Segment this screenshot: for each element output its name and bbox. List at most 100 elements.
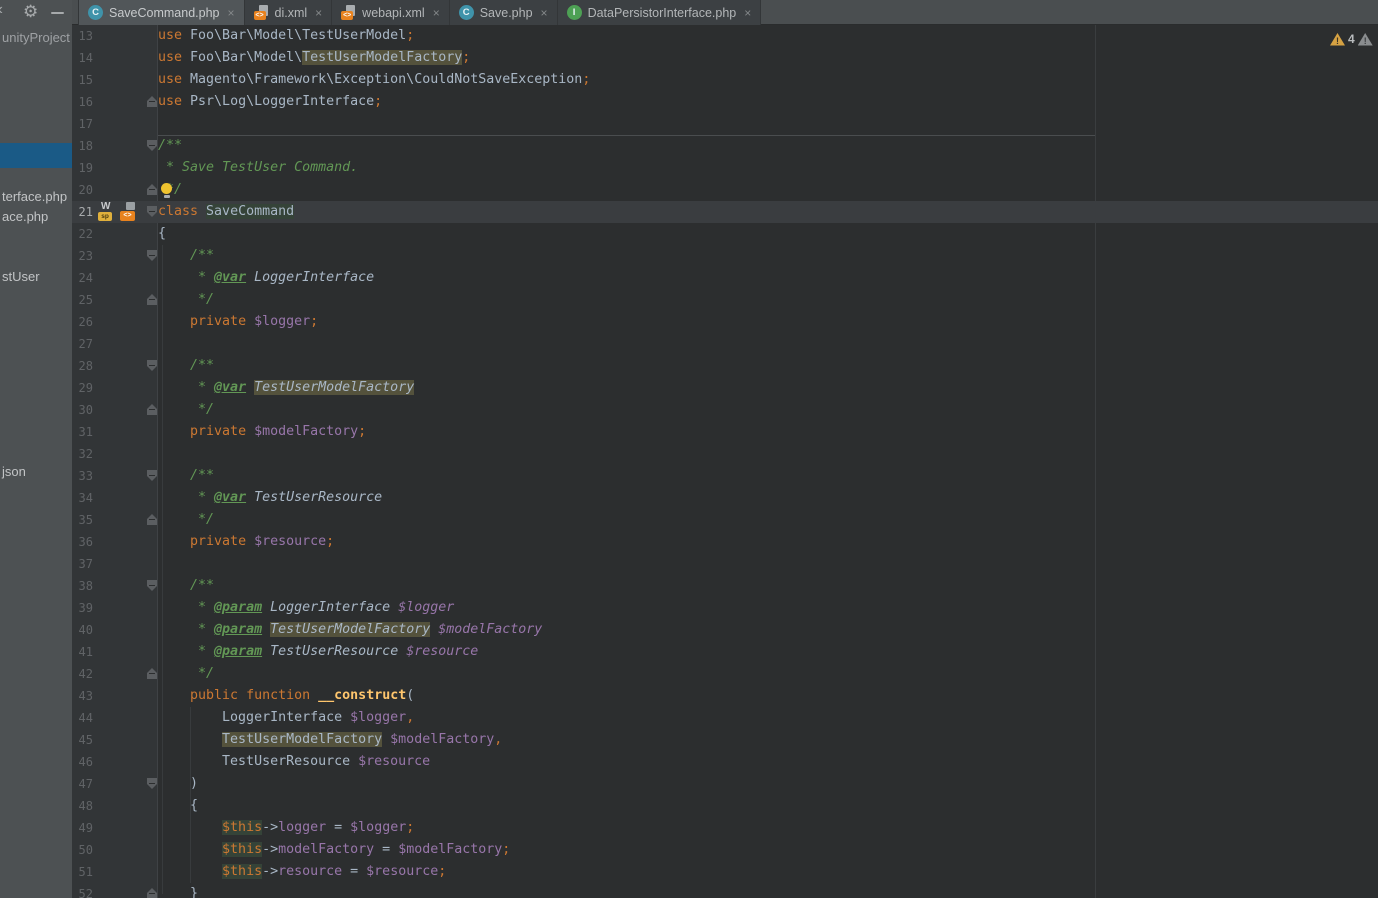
fold-marker-icon[interactable] [147,96,157,107]
code-line-18[interactable]: 18/** [72,135,1378,157]
line-number[interactable]: 44 [72,707,93,729]
line-number[interactable]: 38 [72,575,93,597]
line-number[interactable]: 29 [72,377,93,399]
code-line-25[interactable]: 25 */ [72,289,1378,311]
line-number[interactable]: 23 [72,245,93,267]
code-line-38[interactable]: 38 /** [72,575,1378,597]
tab-save-php[interactable]: CSave.php× [450,0,558,25]
line-number[interactable]: 22 [72,223,93,245]
code-line-23[interactable]: 23 /** [72,245,1378,267]
webapi-gutter-icon[interactable]: Wsp [98,203,114,221]
line-number[interactable]: 24 [72,267,93,289]
code-line-15[interactable]: 15use Magento\Framework\Exception\CouldN… [72,69,1378,91]
line-number[interactable]: 46 [72,751,93,773]
close-tab-icon[interactable]: × [227,6,234,20]
line-number[interactable]: 21 [72,201,93,223]
fold-marker-icon[interactable] [147,404,157,415]
project-tree-selected-row[interactable] [0,143,72,168]
line-number[interactable]: 17 [72,113,93,135]
code-line-52[interactable]: 52 } [72,883,1378,898]
line-number[interactable]: 16 [72,91,93,113]
code-line-44[interactable]: 44 LoggerInterface $logger, [72,707,1378,729]
code-line-33[interactable]: 33 /** [72,465,1378,487]
code-line-42[interactable]: 42 */ [72,663,1378,685]
line-number[interactable]: 30 [72,399,93,421]
code-line-28[interactable]: 28 /** [72,355,1378,377]
inspections-widget[interactable]: ! 4 ! [1330,32,1373,46]
code-line-13[interactable]: 13use Foo\Bar\Model\TestUserModel; [72,25,1378,47]
code-line-50[interactable]: 50 $this->modelFactory = $modelFactory; [72,839,1378,861]
line-number[interactable]: 50 [72,839,93,861]
line-number[interactable]: 28 [72,355,93,377]
collapse-panel-icon[interactable]: « [0,1,1,19]
code-line-51[interactable]: 51 $this->resource = $resource; [72,861,1378,883]
tab-webapi-xml[interactable]: <>webapi.xml× [332,0,450,25]
code-line-49[interactable]: 49 $this->logger = $logger; [72,817,1378,839]
fold-marker-icon[interactable] [147,888,157,898]
code-line-26[interactable]: 26 private $logger; [72,311,1378,333]
fold-marker-icon[interactable] [147,184,157,195]
fold-marker-icon[interactable] [147,580,157,591]
code-line-29[interactable]: 29 * @var TestUserModelFactory [72,377,1378,399]
code-line-20[interactable]: 20 */ [72,179,1378,201]
project-tree-item[interactable]: ace.php [2,209,48,224]
line-number[interactable]: 35 [72,509,93,531]
code-line-17[interactable]: 17 [72,113,1378,135]
code-line-24[interactable]: 24 * @var LoggerInterface [72,267,1378,289]
code-line-27[interactable]: 27 [72,333,1378,355]
line-number[interactable]: 36 [72,531,93,553]
fold-marker-icon[interactable] [147,514,157,525]
hide-panel-icon[interactable] [51,12,64,14]
close-tab-icon[interactable]: × [315,6,322,20]
line-number[interactable]: 33 [72,465,93,487]
code-line-34[interactable]: 34 * @var TestUserResource [72,487,1378,509]
code-editor[interactable]: 13use Foo\Bar\Model\TestUserModel;14use … [72,25,1378,898]
code-line-19[interactable]: 19 * Save TestUser Command. [72,157,1378,179]
code-line-22[interactable]: 22{ [72,223,1378,245]
line-number[interactable]: 43 [72,685,93,707]
code-line-30[interactable]: 30 */ [72,399,1378,421]
code-line-48[interactable]: 48 { [72,795,1378,817]
code-line-37[interactable]: 37 [72,553,1378,575]
code-line-36[interactable]: 36 private $resource; [72,531,1378,553]
fold-marker-icon[interactable] [147,294,157,305]
line-number[interactable]: 42 [72,663,93,685]
code-line-39[interactable]: 39 * @param LoggerInterface $logger [72,597,1378,619]
tab-savecommand-php[interactable]: CSaveCommand.php× [78,0,245,25]
line-number[interactable]: 40 [72,619,93,641]
line-number[interactable]: 48 [72,795,93,817]
line-number[interactable]: 15 [72,69,93,91]
code-line-31[interactable]: 31 private $modelFactory; [72,421,1378,443]
fold-marker-icon[interactable] [147,360,157,371]
code-line-14[interactable]: 14use Foo\Bar\Model\TestUserModelFactory… [72,47,1378,69]
line-number[interactable]: 14 [72,47,93,69]
line-number[interactable]: 34 [72,487,93,509]
line-number[interactable]: 13 [72,25,93,47]
tab-di-xml[interactable]: <>di.xml× [245,0,333,25]
code-line-16[interactable]: 16use Psr\Log\LoggerInterface; [72,91,1378,113]
code-line-47[interactable]: 47 ) [72,773,1378,795]
line-number[interactable]: 32 [72,443,93,465]
fold-marker-icon[interactable] [147,778,157,789]
code-line-40[interactable]: 40 * @param TestUserModelFactory $modelF… [72,619,1378,641]
code-line-21[interactable]: 21Wsp<>class SaveCommand [72,201,1378,223]
line-number[interactable]: 31 [72,421,93,443]
gear-icon[interactable]: ⚙ [23,1,38,23]
fold-marker-icon[interactable] [147,206,157,217]
line-number[interactable]: 45 [72,729,93,751]
code-line-46[interactable]: 46 TestUserResource $resource [72,751,1378,773]
fold-marker-icon[interactable] [147,470,157,481]
code-line-43[interactable]: 43 public function __construct( [72,685,1378,707]
code-line-35[interactable]: 35 */ [72,509,1378,531]
line-number[interactable]: 52 [72,883,93,898]
line-number[interactable]: 39 [72,597,93,619]
project-tree-item[interactable]: json [2,464,26,479]
close-tab-icon[interactable]: × [744,6,751,20]
line-number[interactable]: 49 [72,817,93,839]
code-line-32[interactable]: 32 [72,443,1378,465]
code-line-41[interactable]: 41 * @param TestUserResource $resource [72,641,1378,663]
tab-datapersistorinterface-php[interactable]: IDataPersistorInterface.php× [558,0,762,25]
line-number[interactable]: 27 [72,333,93,355]
close-tab-icon[interactable]: × [433,6,440,20]
close-tab-icon[interactable]: × [541,6,548,20]
